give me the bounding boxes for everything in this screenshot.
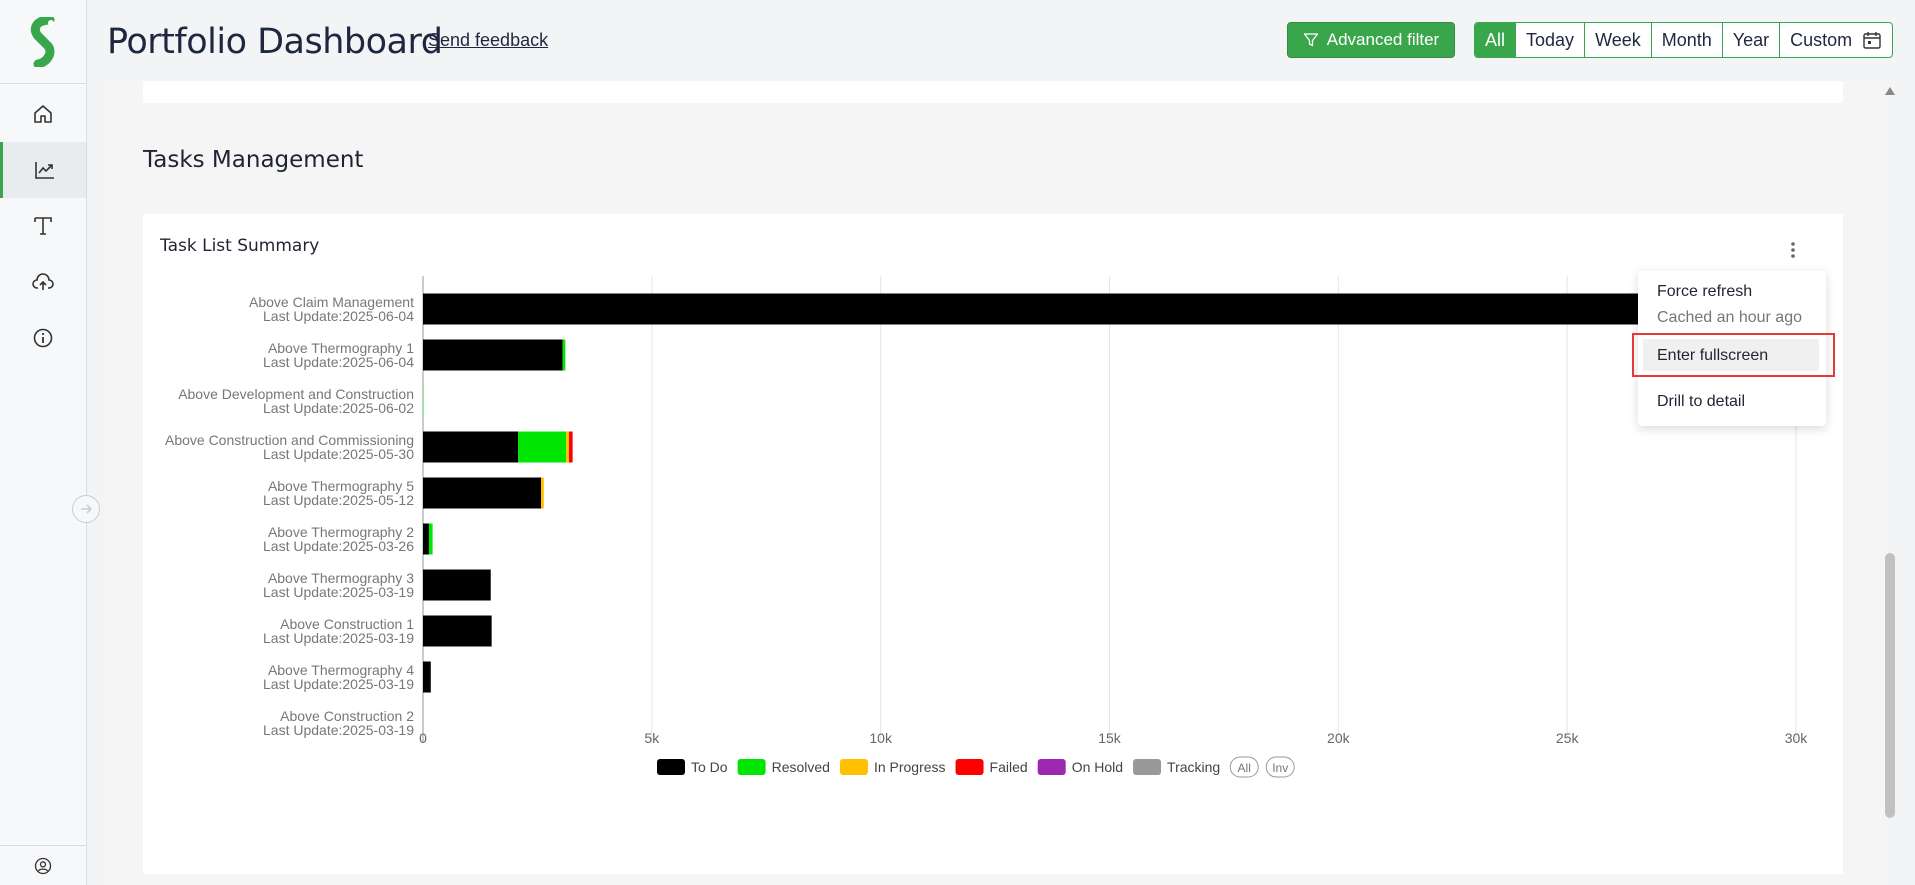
- range-custom-label: Custom: [1790, 29, 1853, 50]
- x-tick-label: 0: [419, 730, 427, 746]
- y-tick-sublabel: Last Update:2025-03-19: [263, 584, 414, 600]
- bar-segment[interactable]: [423, 615, 492, 647]
- previous-card: [143, 81, 1843, 103]
- sidebar: [0, 0, 87, 885]
- advanced-filter-label: Advanced filter: [1326, 30, 1440, 49]
- legend-swatch[interactable]: [839, 759, 868, 775]
- advanced-filter-button[interactable]: Advanced filter: [1287, 22, 1455, 58]
- legend-swatch[interactable]: [955, 759, 984, 775]
- send-feedback-link[interactable]: Send feedback: [428, 30, 548, 51]
- scroll-up-arrow[interactable]: [1885, 87, 1895, 95]
- legend-swatch[interactable]: [1133, 759, 1162, 775]
- text-format-icon: [34, 217, 52, 235]
- y-tick-sublabel: Last Update:2025-03-19: [263, 630, 414, 646]
- page-title: Portfolio Dashboard: [107, 22, 443, 62]
- range-custom-button[interactable]: Custom: [1779, 23, 1892, 57]
- bar-segment[interactable]: [568, 431, 573, 463]
- legend-label[interactable]: To Do: [691, 759, 728, 775]
- y-tick-sublabel: Last Update:2025-05-12: [263, 492, 414, 508]
- drill-to-detail-item[interactable]: Drill to detail: [1657, 393, 1745, 411]
- range-month-button[interactable]: Month: [1650, 23, 1722, 57]
- time-range-selector: All Today Week Month Year Custom: [1474, 22, 1894, 58]
- y-tick-sublabel: Last Update:2025-06-04: [263, 308, 414, 324]
- legend-label[interactable]: Resolved: [772, 759, 830, 775]
- bar-segment[interactable]: [562, 339, 566, 371]
- task-list-summary-card: Task List Summary Above Claim Management…: [143, 214, 1843, 874]
- bar-segment[interactable]: [566, 431, 569, 463]
- range-all-button[interactable]: All: [1475, 23, 1516, 57]
- legend-swatch[interactable]: [737, 759, 766, 775]
- y-tick-sublabel: Last Update:2025-03-19: [263, 676, 414, 692]
- chart-trend-icon: [34, 162, 54, 179]
- legend-swatch[interactable]: [657, 759, 685, 775]
- y-tick-sublabel: Last Update:2025-03-26: [263, 538, 414, 554]
- legend-toggle-label[interactable]: All: [1238, 761, 1251, 775]
- legend-label[interactable]: Tracking: [1167, 759, 1220, 775]
- page-scrollbar[interactable]: [1883, 81, 1897, 885]
- bar-segment[interactable]: [423, 661, 431, 693]
- bar-segment[interactable]: [423, 569, 491, 601]
- sidebar-expand-button[interactable]: [72, 495, 100, 523]
- x-tick-label: 30k: [1785, 730, 1809, 746]
- sidebar-item-upload[interactable]: [0, 254, 86, 310]
- task-summary-chart: Above Claim ManagementLast Update:2025-0…: [165, 276, 1809, 778]
- bar-segment[interactable]: [541, 477, 544, 509]
- user-icon: [34, 857, 52, 874]
- bar-segment[interactable]: [423, 339, 563, 371]
- filter-icon: [1303, 33, 1318, 47]
- info-icon: [33, 328, 53, 348]
- x-tick-label: 25k: [1556, 730, 1580, 746]
- enter-fullscreen-highlight-box: [1632, 333, 1835, 377]
- bar-segment[interactable]: [428, 523, 433, 555]
- sidebar-item-info[interactable]: [0, 310, 86, 366]
- bar-segment[interactable]: [423, 523, 429, 555]
- arrow-right-icon: [81, 504, 93, 514]
- legend-swatch[interactable]: [1037, 759, 1066, 775]
- legend-label[interactable]: On Hold: [1072, 759, 1123, 775]
- bar-segment[interactable]: [423, 477, 542, 509]
- scroll-thumb[interactable]: [1885, 553, 1895, 818]
- cloud-upload-icon: [32, 273, 54, 290]
- sidebar-item-dashboard[interactable]: [0, 142, 86, 198]
- home-icon: [34, 105, 52, 123]
- range-today-button[interactable]: Today: [1515, 23, 1584, 57]
- x-tick-label: 20k: [1327, 730, 1351, 746]
- calendar-icon: [1863, 32, 1881, 49]
- logo-icon: [30, 16, 55, 67]
- x-tick-label: 5k: [644, 730, 660, 746]
- legend-toggle-label[interactable]: Inv: [1272, 761, 1288, 775]
- legend-label[interactable]: In Progress: [874, 759, 946, 775]
- section-title: Tasks Management: [143, 147, 364, 173]
- y-tick-sublabel: Last Update:2025-06-04: [263, 354, 414, 370]
- range-week-button[interactable]: Week: [1584, 23, 1651, 57]
- y-tick-sublabel: Last Update:2025-06-02: [263, 400, 414, 416]
- page-header: Portfolio Dashboard Send feedback Advanc…: [87, 0, 1915, 81]
- cached-status: Cached an hour ago: [1657, 309, 1802, 326]
- sidebar-item-profile[interactable]: [0, 845, 86, 885]
- bar-segment[interactable]: [518, 431, 567, 463]
- app-logo[interactable]: [0, 0, 86, 84]
- x-tick-label: 10k: [869, 730, 893, 746]
- sidebar-item-home[interactable]: [0, 86, 86, 142]
- y-tick-sublabel: Last Update:2025-05-30: [263, 446, 414, 462]
- bar-segment[interactable]: [423, 431, 519, 463]
- y-tick-sublabel: Last Update:2025-03-19: [263, 722, 414, 738]
- range-year-button[interactable]: Year: [1721, 23, 1779, 57]
- main-content: Tasks Management Task List Summary Above…: [108, 81, 1888, 885]
- force-refresh-item[interactable]: Force refresh: [1657, 283, 1752, 301]
- bar-segment[interactable]: [423, 293, 1650, 325]
- x-tick-label: 15k: [1098, 730, 1122, 746]
- sidebar-item-text[interactable]: [0, 198, 86, 254]
- legend-label[interactable]: Failed: [990, 759, 1028, 775]
